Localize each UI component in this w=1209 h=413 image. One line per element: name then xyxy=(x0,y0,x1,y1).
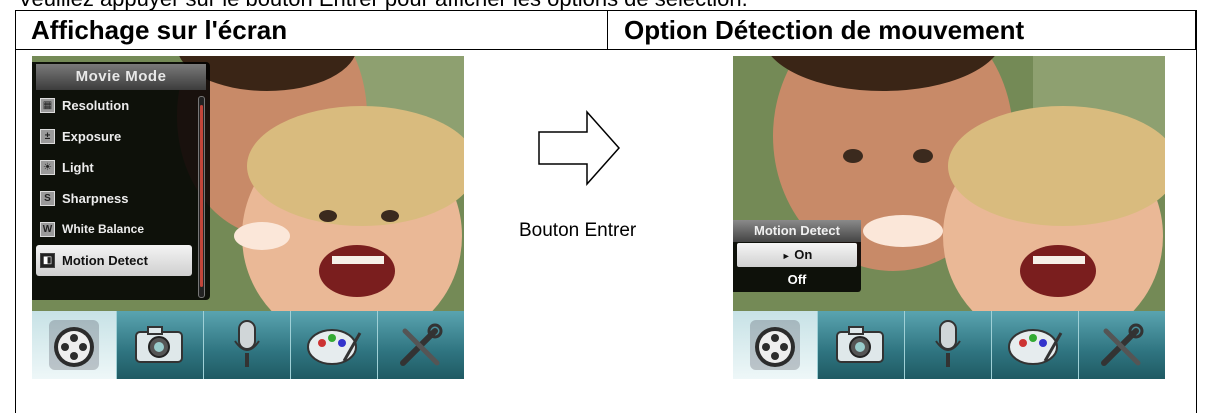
mode-toolbar xyxy=(733,311,1165,379)
header-screen-display: Affichage sur l'écran xyxy=(15,10,608,50)
exposure-icon: ± xyxy=(40,129,55,144)
resolution-icon: ▦ xyxy=(40,98,55,113)
movie-mode-menu: Movie Mode ▦ Resolution ± Exposure ☀ Lig… xyxy=(32,62,210,300)
menu-item-label: White Balance xyxy=(62,222,145,236)
movie-mode-icon[interactable] xyxy=(32,311,116,379)
light-icon: ☀ xyxy=(40,160,55,175)
scrollbar-thumb[interactable] xyxy=(200,105,203,287)
menu-title: Movie Mode xyxy=(36,64,206,90)
menu-item-label: Sharpness xyxy=(62,191,129,206)
playback-icon[interactable] xyxy=(290,311,377,379)
white-balance-icon: W xyxy=(40,222,55,237)
menu-item-light[interactable]: ☀ Light xyxy=(36,152,192,183)
option-on[interactable]: ► On xyxy=(737,243,857,267)
menu-item-label: Light xyxy=(62,160,94,175)
menu-item-exposure[interactable]: ± Exposure xyxy=(36,121,192,152)
camera-mode-icon[interactable] xyxy=(116,311,203,379)
menu-scrollbar[interactable] xyxy=(198,96,205,298)
voice-record-icon[interactable] xyxy=(904,311,991,379)
option-label: On xyxy=(794,247,813,262)
settings-tools-icon[interactable] xyxy=(1078,311,1165,379)
settings-tools-icon[interactable] xyxy=(377,311,464,379)
right-arrow-icon xyxy=(538,110,621,186)
motion-detect-icon: ◧ xyxy=(40,253,55,268)
camera-mode-icon[interactable] xyxy=(817,311,904,379)
camera-screen-submenu: Motion Detect ► On Off xyxy=(733,56,1165,379)
menu-item-white-balance[interactable]: W White Balance xyxy=(36,214,192,245)
sharpness-icon: S xyxy=(40,191,55,206)
header-motion-detect-option: Option Détection de mouvement xyxy=(608,10,1196,50)
mode-toolbar xyxy=(32,311,464,379)
playback-icon[interactable] xyxy=(991,311,1078,379)
menu-item-label: Motion Detect xyxy=(62,253,148,268)
submenu-title: Motion Detect xyxy=(733,220,861,242)
enter-button-label: Bouton Entrer xyxy=(519,220,637,241)
menu-item-sharpness[interactable]: S Sharpness xyxy=(36,183,192,214)
camera-screen-menu: Movie Mode ▦ Resolution ± Exposure ☀ Lig… xyxy=(32,56,464,379)
menu-item-resolution[interactable]: ▦ Resolution xyxy=(36,90,192,121)
menu-item-label: Exposure xyxy=(62,129,122,144)
menu-item-label: Resolution xyxy=(62,98,130,113)
option-off[interactable]: Off xyxy=(737,268,857,292)
movie-mode-icon[interactable] xyxy=(733,311,817,379)
selection-marker-icon: ► xyxy=(781,251,791,261)
menu-item-motion-detect[interactable]: ◧ Motion Detect xyxy=(36,245,192,276)
motion-detect-submenu: Motion Detect ► On Off xyxy=(733,220,861,292)
voice-record-icon[interactable] xyxy=(203,311,290,379)
